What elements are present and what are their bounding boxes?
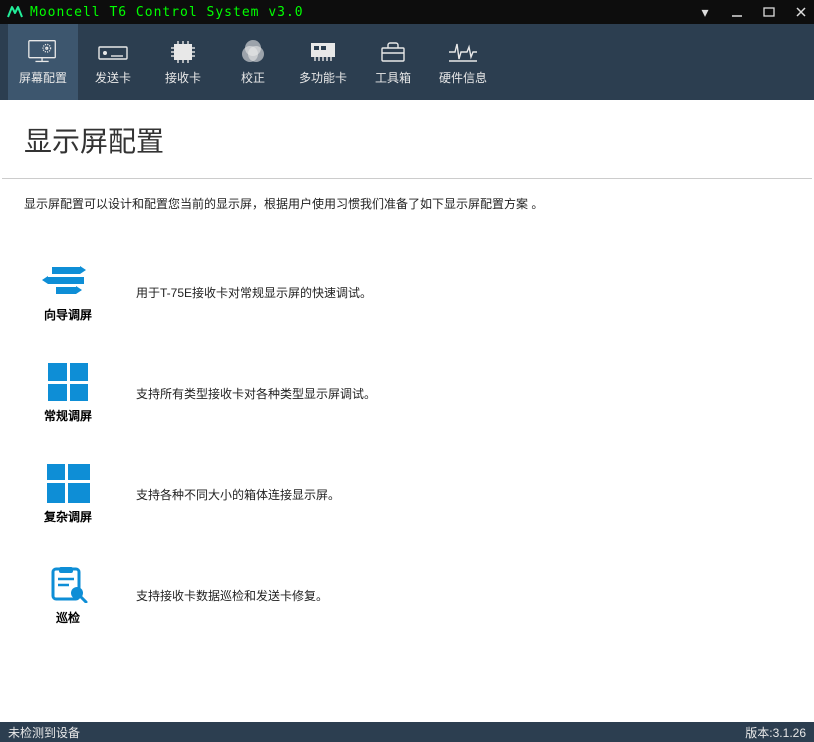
toolbar-calibration[interactable]: 校正: [218, 24, 288, 100]
window-buttons: ▾: [698, 5, 808, 19]
complex-grid-icon: [46, 464, 90, 502]
option-complex[interactable]: 复杂调屏 支持各种不同大小的箱体连接显示屏。: [24, 464, 790, 525]
monitor-gear-icon: [26, 39, 60, 65]
toolbar-recv-card[interactable]: 接收卡: [148, 24, 218, 100]
option-desc: 支持接收卡数据巡检和发送卡修复。: [136, 587, 328, 604]
grid-icon: [46, 363, 90, 401]
waveform-icon: [446, 39, 480, 65]
toolbar-label: 硬件信息: [439, 69, 487, 86]
toolbar-label: 发送卡: [95, 69, 131, 86]
status-left: 未检测到设备: [8, 724, 80, 741]
option-icon-block: 巡检: [24, 565, 112, 626]
toolbar-multifunc[interactable]: 多功能卡: [288, 24, 358, 100]
option-icon-block: 向导调屏: [24, 262, 112, 323]
window-title: Mooncell T6 Control System v3.0: [30, 5, 698, 20]
drive-icon: [96, 39, 130, 65]
page-title: 显示屏配置: [2, 100, 812, 179]
toolbar-send-card[interactable]: 发送卡: [78, 24, 148, 100]
option-icon-block: 常规调屏: [24, 363, 112, 424]
toolbar-toolbox[interactable]: 工具箱: [358, 24, 428, 100]
toolbar-label: 工具箱: [375, 69, 411, 86]
close-button[interactable]: [794, 5, 808, 19]
toolbar-label: 屏幕配置: [19, 69, 67, 86]
toolbar-hw-info[interactable]: 硬件信息: [428, 24, 498, 100]
toolbar: 屏幕配置 发送卡 接收卡 校正 多功能卡 工具箱 硬件信息: [0, 24, 814, 100]
toolbar-label: 校正: [241, 69, 265, 86]
option-inspect[interactable]: 巡检 支持接收卡数据巡检和发送卡修复。: [24, 565, 790, 626]
option-list: 向导调屏 用于T-75E接收卡对常规显示屏的快速调试。 常规调屏 支持所有类型接…: [2, 262, 812, 626]
status-bar: 未检测到设备 版本:3.1.26: [0, 722, 814, 742]
option-label: 向导调屏: [44, 306, 92, 323]
option-label: 常规调屏: [44, 407, 92, 424]
maximize-button[interactable]: [762, 5, 776, 19]
chip-icon: [166, 39, 200, 65]
status-right: 版本:3.1.26: [745, 724, 806, 741]
board-icon: [306, 39, 340, 65]
toolbar-label: 多功能卡: [299, 69, 347, 86]
option-desc: 用于T-75E接收卡对常规显示屏的快速调试。: [136, 284, 372, 301]
option-label: 复杂调屏: [44, 508, 92, 525]
option-desc: 支持各种不同大小的箱体连接显示屏。: [136, 486, 340, 503]
option-normal[interactable]: 常规调屏 支持所有类型接收卡对各种类型显示屏调试。: [24, 363, 790, 424]
toolbar-label: 接收卡: [165, 69, 201, 86]
option-icon-block: 复杂调屏: [24, 464, 112, 525]
option-desc: 支持所有类型接收卡对各种类型显示屏调试。: [136, 385, 376, 402]
app-logo-icon: [6, 3, 24, 21]
page-description: 显示屏配置可以设计和配置您当前的显示屏，根据用户使用习惯我们准备了如下显示屏配置…: [2, 179, 812, 242]
toolbar-screen-config[interactable]: 屏幕配置: [8, 24, 78, 100]
clipboard-search-icon: [46, 565, 90, 603]
dropdown-icon[interactable]: ▾: [698, 5, 712, 19]
minimize-button[interactable]: [730, 5, 744, 19]
main-panel: 显示屏配置 显示屏配置可以设计和配置您当前的显示屏，根据用户使用习惯我们准备了如…: [2, 100, 812, 722]
option-wizard[interactable]: 向导调屏 用于T-75E接收卡对常规显示屏的快速调试。: [24, 262, 790, 323]
titlebar: Mooncell T6 Control System v3.0 ▾: [0, 0, 814, 24]
option-label: 巡检: [56, 609, 80, 626]
wizard-icon: [46, 262, 90, 300]
toolbox-icon: [376, 39, 410, 65]
venn-icon: [236, 39, 270, 65]
